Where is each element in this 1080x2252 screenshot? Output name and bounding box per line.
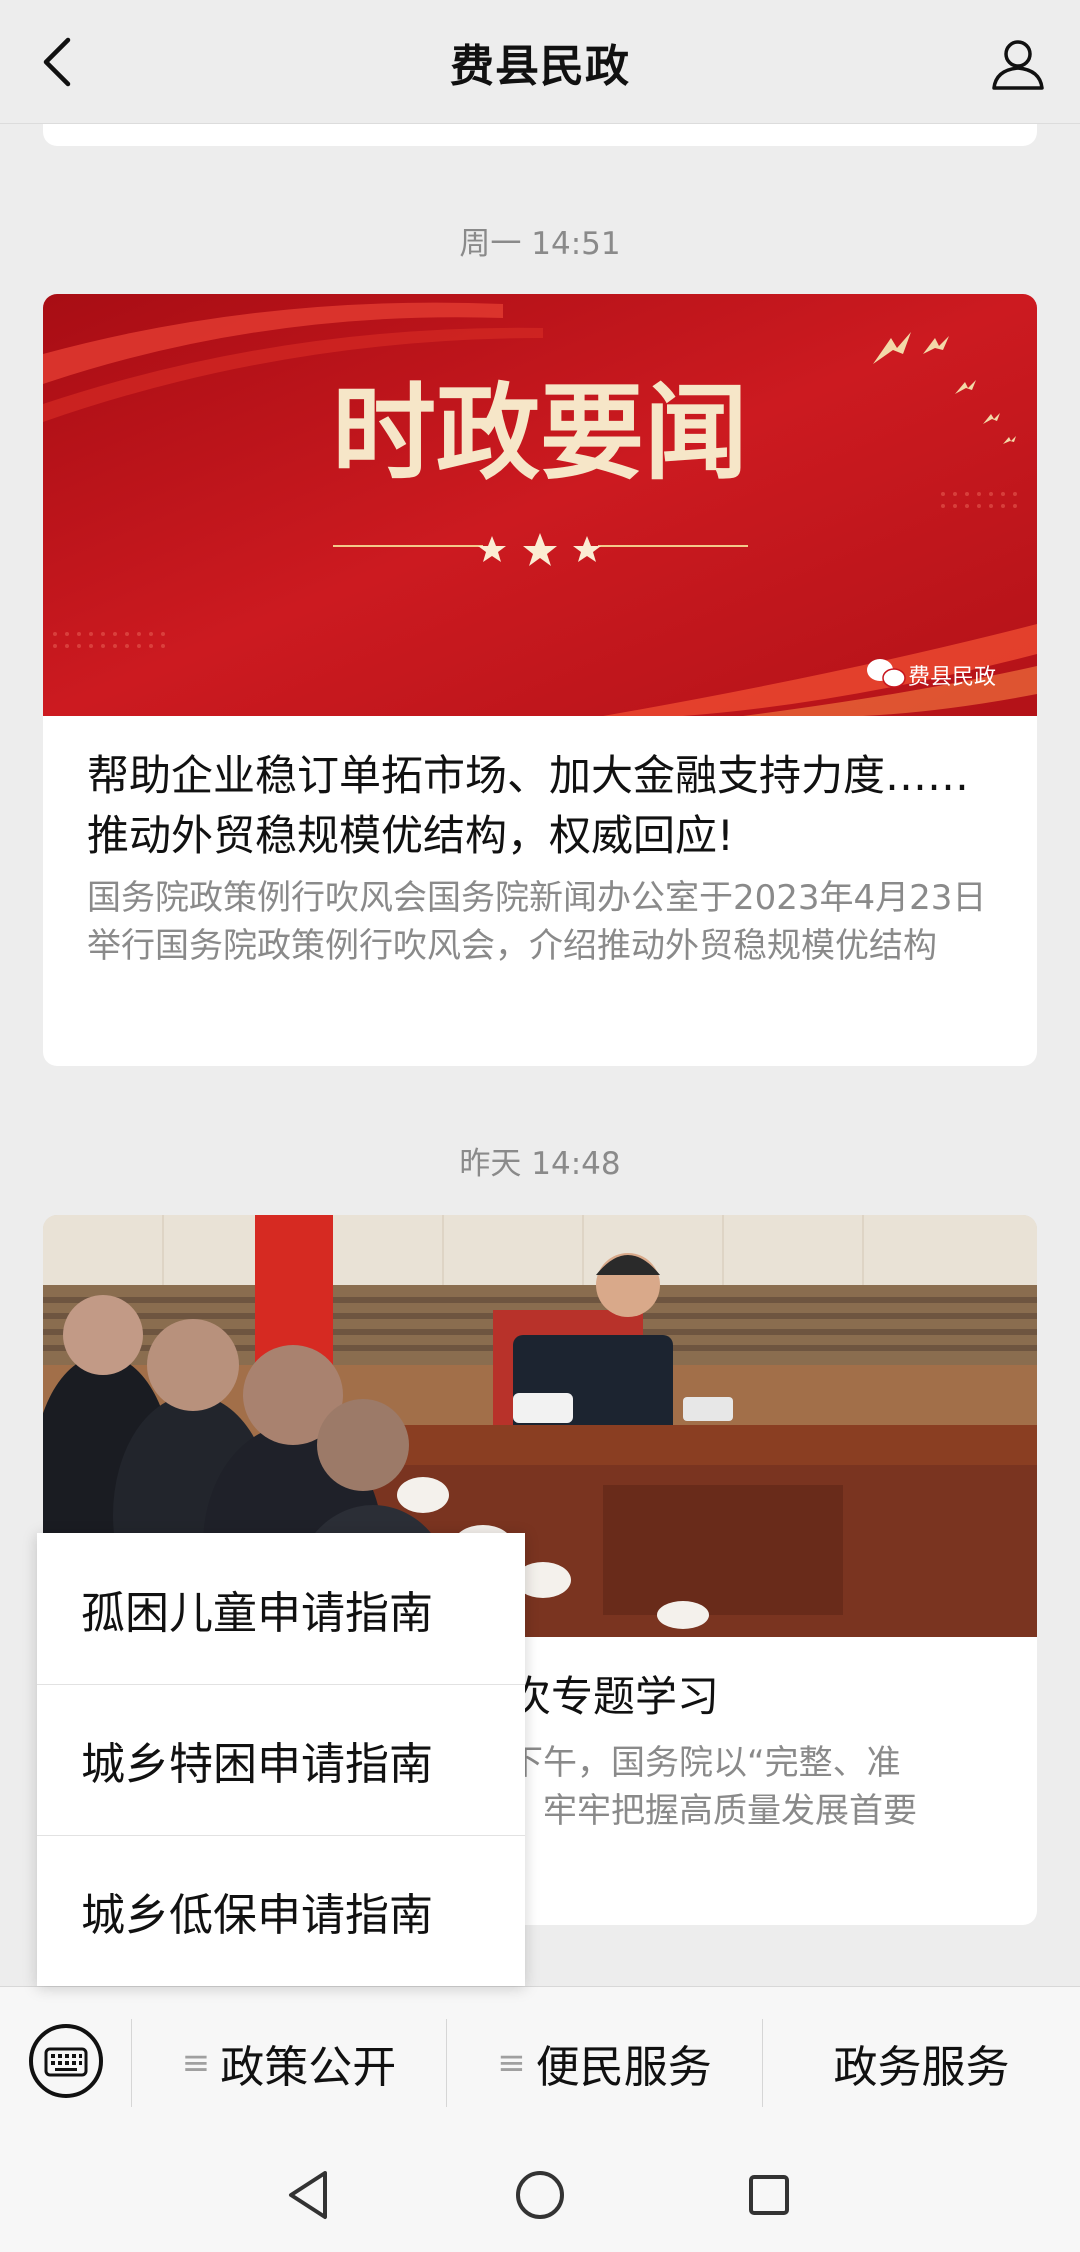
article-description-partial: 下午，国务院以“完整、准 ，牢牢把握高质量发展首要 [509,1743,917,1831]
submenu-popup: 孤困儿童申请指南 城乡特困申请指南 城乡低保申请指南 [37,1533,525,1986]
system-home-button[interactable] [505,2160,575,2230]
menu-convenience-services[interactable]: ≡ 便民服务 [447,1987,762,2139]
cover-headline-text: 时政要闻 [332,372,748,494]
keyboard-toggle-button[interactable] [28,2023,104,2099]
cover-watermark-text: 费县民政 [908,665,996,690]
message-timestamp: 昨天 14:48 [459,1146,621,1182]
article-cover-image: 时政要闻 费县民政 [43,294,1037,716]
submenu-item-orphan-children-guide[interactable]: 孤困儿童申请指南 [37,1533,525,1684]
submenu-item-extreme-poverty-guide[interactable]: 城乡特困申请指南 [37,1684,525,1835]
system-navigation-bar [0,2138,1080,2252]
profile-button[interactable] [980,26,1056,102]
article-title: 帮助企业稳订单拓市场、加大金融支持力度……推动外贸稳规模优结构，权威回应! [87,751,970,860]
article-description: 国务院政策例行吹风会国务院新闻办公室于2023年4月23日举行国务院政策例行吹风… [87,878,987,966]
page-title: 费县民政 [450,40,630,92]
menu-policy-disclosure[interactable]: ≡ 政策公开 [132,1987,446,2139]
person-icon [992,40,1044,90]
official-account-menu-bar: ≡ 政策公开 ≡ 便民服务 政务服务 [0,1986,1080,2138]
system-back-button[interactable] [274,2160,344,2230]
back-button[interactable] [26,30,90,94]
submenu-indicator-icon: ≡ [181,2043,211,2083]
article-card[interactable]: 时政要闻 费县民政 帮助企业稳订单拓市场、加大金融支持力度……推动外贸稳规模优结… [43,294,1037,1066]
top-bar: 费县民政 [0,0,1080,124]
home-circle-icon [516,2171,564,2219]
system-recents-button[interactable] [734,2160,804,2230]
message-timestamp: 周一 14:51 [459,226,621,262]
article-title-partial: 次专题学习 [509,1672,720,1721]
recents-square-icon [749,2175,789,2215]
back-triangle-icon [289,2171,327,2219]
submenu-indicator-icon: ≡ [497,2043,526,2083]
submenu-item-minimum-living-guide[interactable]: 城乡低保申请指南 [37,1835,525,1986]
chevron-left-icon [43,37,71,87]
keyboard-icon [29,2024,103,2098]
menu-government-services[interactable]: 政务服务 [763,1987,1080,2139]
